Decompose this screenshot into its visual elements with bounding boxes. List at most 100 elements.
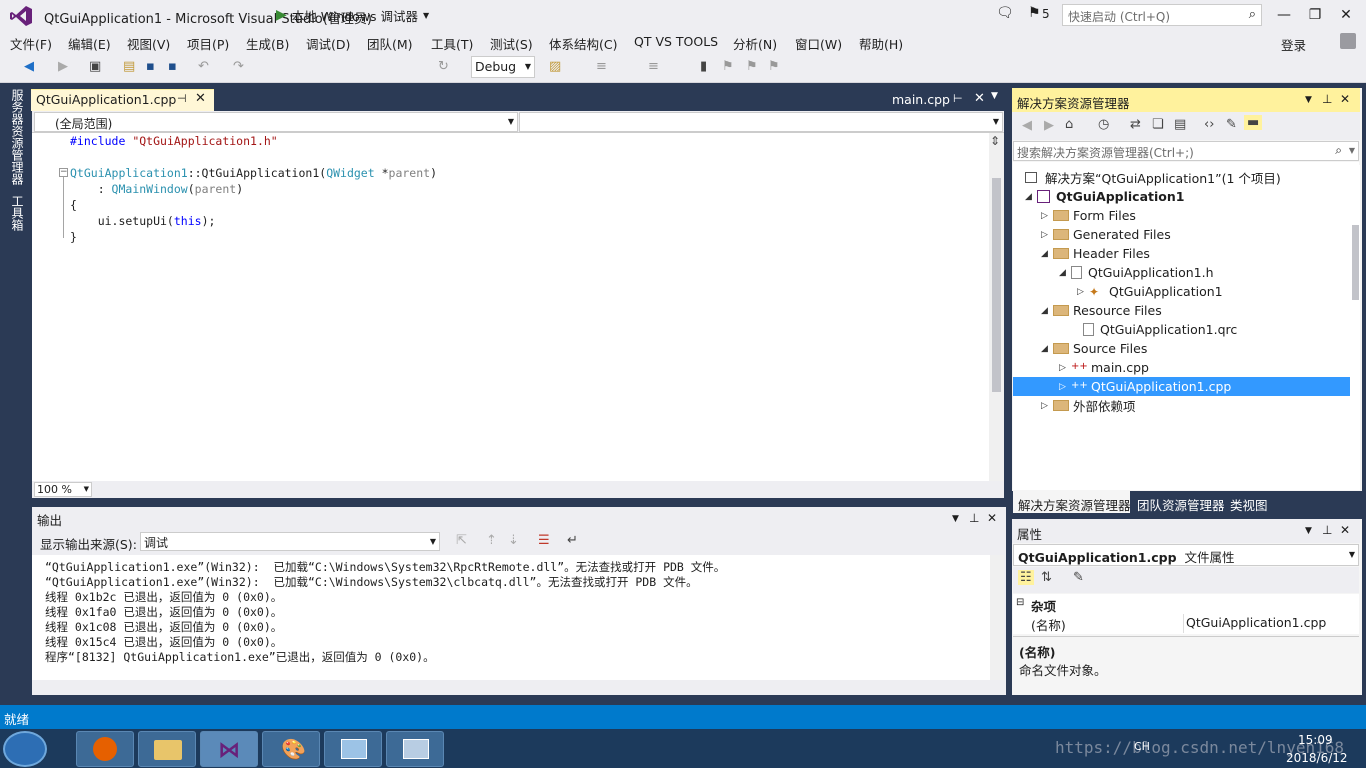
new-project-icon[interactable]: ▣ bbox=[89, 59, 101, 74]
back-icon[interactable]: ◀ bbox=[24, 59, 34, 74]
menu-file[interactable]: 文件(F) bbox=[10, 34, 52, 53]
collapsed-arrow-icon[interactable]: ▷ bbox=[1041, 230, 1053, 240]
minimize-button[interactable]: — bbox=[1272, 4, 1296, 26]
collapsed-arrow-icon[interactable]: ▷ bbox=[1059, 363, 1071, 373]
clear-bookmarks-icon[interactable]: ⚑ bbox=[768, 59, 780, 74]
split-window-icon[interactable]: ⇕ bbox=[990, 134, 1000, 148]
remote-desktop-taskbar-button[interactable] bbox=[324, 731, 382, 767]
save-icon[interactable]: ▪ bbox=[146, 59, 155, 74]
restore-button[interactable]: ❐ bbox=[1303, 4, 1327, 26]
chevron-down-icon[interactable]: ▼ bbox=[1305, 95, 1312, 105]
collapse-icon[interactable]: ⊟ bbox=[1016, 597, 1024, 608]
menu-architecture[interactable]: 体系结构(C) bbox=[549, 34, 617, 53]
menu-analyze[interactable]: 分析(N) bbox=[733, 34, 777, 53]
pin-icon[interactable]: ⊥ bbox=[969, 511, 979, 525]
pin-icon[interactable]: ⊣ bbox=[177, 92, 187, 105]
start-button[interactable] bbox=[3, 731, 47, 767]
tab-solution-explorer[interactable]: 解决方案资源管理器 bbox=[1018, 495, 1131, 514]
prev-message-icon[interactable]: ⇡ bbox=[486, 533, 497, 548]
save-all-icon[interactable]: ▪ bbox=[168, 59, 177, 74]
expanded-arrow-icon[interactable]: ◢ bbox=[1025, 192, 1037, 202]
menu-team[interactable]: 团队(M) bbox=[367, 34, 413, 53]
server-explorer-tab[interactable]: 服务器资源管理器 bbox=[9, 89, 26, 185]
menu-view[interactable]: 视图(V) bbox=[127, 34, 170, 53]
word-wrap-icon[interactable]: ↵ bbox=[567, 533, 578, 548]
close-button[interactable]: ✕ bbox=[1334, 4, 1358, 26]
close-icon[interactable]: ✕ bbox=[1340, 92, 1350, 106]
menu-qt-vs-tools[interactable]: QT VS TOOLS bbox=[634, 34, 718, 49]
collapsed-arrow-icon[interactable]: ▷ bbox=[1077, 287, 1089, 297]
tree-item-class[interactable]: ▷ ✦ QtGuiApplication1 bbox=[1077, 282, 1223, 301]
tree-item-form-files[interactable]: ▷ Form Files bbox=[1041, 206, 1136, 225]
menu-tools[interactable]: 工具(T) bbox=[431, 34, 473, 53]
collapsed-arrow-icon[interactable]: ▷ bbox=[1041, 401, 1053, 411]
undo-icon[interactable]: ↶ bbox=[198, 59, 209, 74]
pin-icon[interactable]: ⊢ bbox=[953, 92, 963, 105]
view-code-icon[interactable]: ‹› bbox=[1204, 117, 1214, 132]
close-icon[interactable]: ✕ bbox=[987, 511, 997, 525]
solution-configuration-select[interactable]: Debug ▼ bbox=[471, 56, 535, 78]
solution-explorer-search[interactable]: 搜索解决方案资源管理器(Ctrl+;) ⌕ ▼ bbox=[1013, 141, 1359, 161]
tab-team-explorer[interactable]: 团队资源管理器 bbox=[1137, 495, 1225, 514]
menu-test[interactable]: 测试(S) bbox=[490, 34, 533, 53]
tree-item-external-deps[interactable]: ▷ 外部依赖项 bbox=[1041, 396, 1136, 415]
pin-icon[interactable]: ⊥ bbox=[1322, 523, 1332, 537]
tree-item-solution[interactable]: 解决方案“QtGuiApplication1”(1 个项目) bbox=[1025, 168, 1281, 187]
pin-icon[interactable]: ⊥ bbox=[1322, 92, 1332, 106]
find-in-files-icon[interactable]: ▨ bbox=[549, 59, 561, 74]
explorer-taskbar-button[interactable] bbox=[138, 731, 196, 767]
history-icon[interactable]: ◷ bbox=[1098, 117, 1109, 132]
start-debugging-button[interactable]: ▶ 本地 Windows 调试器 ▼ bbox=[276, 4, 429, 26]
forward-icon[interactable]: ▶ bbox=[1044, 118, 1054, 133]
output-source-select[interactable]: 调试 ▼ bbox=[140, 532, 440, 551]
close-icon[interactable]: ✕ bbox=[1340, 523, 1350, 537]
output-horizontal-scrollbar[interactable] bbox=[32, 680, 990, 694]
tree-item-generated-files[interactable]: ▷ Generated Files bbox=[1041, 225, 1171, 244]
properties-object-select[interactable]: QtGuiApplication1.cpp 文件属性 ▼ bbox=[1013, 544, 1359, 566]
output-vertical-scrollbar[interactable] bbox=[990, 555, 1004, 680]
menu-project[interactable]: 项目(P) bbox=[187, 34, 229, 53]
tree-item-header-files[interactable]: ◢ Header Files bbox=[1041, 244, 1150, 263]
chevron-down-icon[interactable]: ▼ bbox=[952, 514, 959, 524]
close-tab-icon[interactable]: ✕ bbox=[195, 91, 206, 106]
tree-item-source-files[interactable]: ◢ Source Files bbox=[1041, 339, 1147, 358]
clock-date[interactable]: 2018/6/12 bbox=[1286, 751, 1348, 765]
tab-main-cpp[interactable]: main.cpp bbox=[892, 92, 950, 107]
preview-icon[interactable]: ▬ bbox=[1244, 115, 1263, 130]
home-icon[interactable]: ⌂ bbox=[1065, 117, 1073, 132]
member-select[interactable]: ▼ bbox=[519, 112, 1003, 132]
notifications-icon[interactable]: ⚑ bbox=[1028, 5, 1041, 21]
categorized-icon[interactable]: ☷ bbox=[1018, 570, 1034, 585]
comment-icon[interactable]: ≡ bbox=[596, 59, 607, 74]
tree-item-qtguiapplication1-cpp[interactable]: ▷ ++ QtGuiApplication1.cpp bbox=[1059, 377, 1231, 396]
collapsed-arrow-icon[interactable]: ▷ bbox=[1041, 211, 1053, 221]
properties-wrench-icon[interactable]: ✎ bbox=[1226, 117, 1237, 132]
open-file-icon[interactable]: ▤ bbox=[123, 59, 135, 74]
menu-help[interactable]: 帮助(H) bbox=[859, 34, 903, 53]
toolbox-tab[interactable]: 工具箱 bbox=[9, 195, 26, 231]
clock-time[interactable]: 15:09 bbox=[1298, 733, 1333, 747]
back-icon[interactable]: ◀ bbox=[1022, 118, 1032, 133]
collapse-icon[interactable]: − bbox=[59, 168, 68, 177]
bookmark-icon[interactable]: ▮ bbox=[700, 59, 707, 74]
editor-horizontal-scrollbar[interactable] bbox=[32, 481, 1004, 498]
expanded-arrow-icon[interactable]: ◢ bbox=[1059, 268, 1071, 278]
account-icon[interactable] bbox=[1340, 33, 1356, 49]
tab-list-chevron-icon[interactable]: ▼ bbox=[991, 91, 998, 101]
refresh-icon[interactable]: ↻ bbox=[438, 59, 449, 74]
paint-taskbar-button[interactable]: 🎨 bbox=[262, 731, 320, 767]
next-message-icon[interactable]: ⇣ bbox=[508, 533, 519, 548]
property-value[interactable]: QtGuiApplication1.cpp bbox=[1183, 614, 1351, 633]
prev-bookmark-icon[interactable]: ⚑ bbox=[722, 59, 734, 74]
feedback-icon[interactable]: 🗨 bbox=[996, 5, 1014, 21]
indent-icon[interactable]: ≡ bbox=[648, 59, 659, 74]
alphabetical-icon[interactable]: ⇅ bbox=[1041, 570, 1052, 585]
forward-icon[interactable]: ▶ bbox=[58, 59, 68, 74]
tab-class-view[interactable]: 类视图 bbox=[1230, 495, 1268, 514]
visual-studio-taskbar-button[interactable]: ⋈ bbox=[200, 731, 258, 767]
tree-item-qrc[interactable]: QtGuiApplication1.qrc bbox=[1071, 320, 1237, 339]
expanded-arrow-icon[interactable]: ◢ bbox=[1041, 306, 1053, 316]
scrollbar-thumb[interactable] bbox=[1352, 225, 1359, 300]
language-indicator[interactable]: CH bbox=[1134, 740, 1150, 753]
find-message-icon[interactable]: ⇱ bbox=[456, 533, 467, 548]
